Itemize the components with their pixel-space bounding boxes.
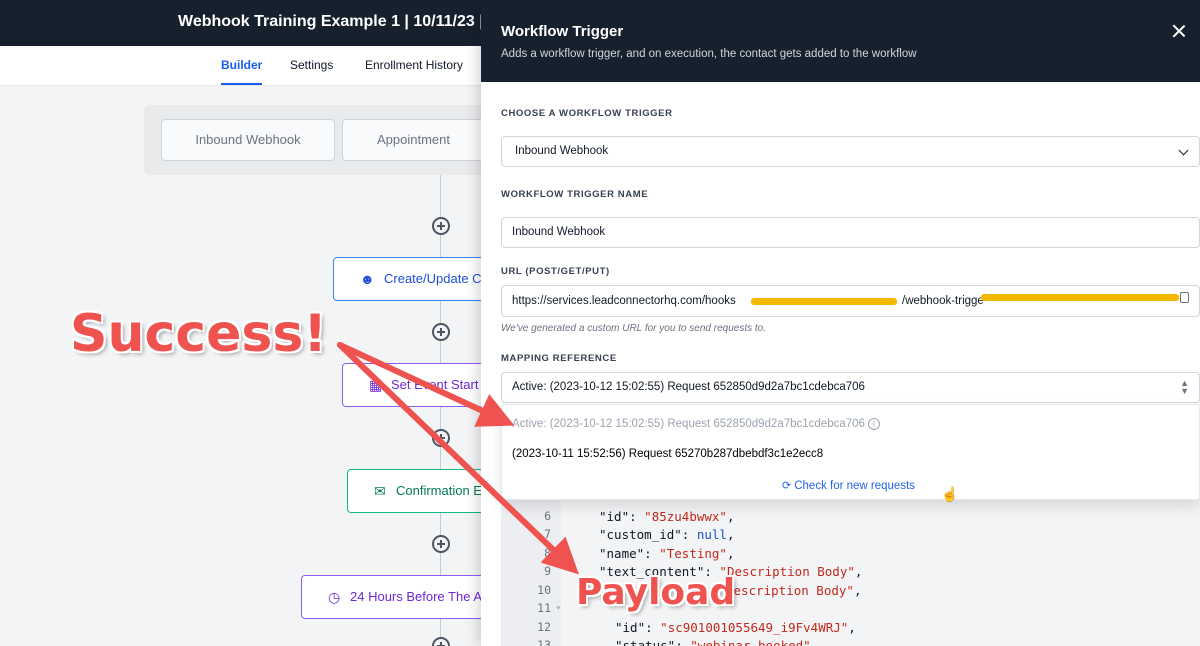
- sort-arrows-icon: ▲ ▼: [1180, 378, 1189, 396]
- trigger-type-select[interactable]: Inbound Webhook: [501, 136, 1200, 167]
- payload-code-editor[interactable]: 6 7 8 9 10 11 12 13 ⌄ "id": "85zu4bwwx",…: [501, 480, 1200, 646]
- code-line: "id": "85zu4bwwx",: [599, 509, 735, 524]
- url-middle: /webhook-trigge: [902, 295, 984, 307]
- line-number: 7: [544, 527, 551, 541]
- mapping-reference-label: MAPPING REFERENCE: [501, 353, 617, 364]
- node-label: Confirmation E: [396, 483, 482, 498]
- mapping-reference-select[interactable]: Active: (2023-10-12 15:02:55) Request 65…: [501, 372, 1200, 403]
- workflow-title: Webhook Training Example 1 | 10/11/23 | …: [178, 13, 504, 30]
- line-number: 8: [544, 546, 551, 560]
- line-number: 13: [537, 638, 551, 646]
- tab-builder[interactable]: Builder: [221, 58, 263, 85]
- mapping-reference-dropdown: Active: (2023-10-12 15:02:55) Request 65…: [501, 404, 1200, 500]
- calendar-icon: ▦: [369, 377, 383, 393]
- code-line: "custom_id": null,: [599, 527, 735, 542]
- user-icon: ☻: [360, 271, 375, 287]
- node-set-event-start[interactable]: ▦ Set Event Start: [342, 363, 492, 407]
- trigger-type-value: Inbound Webhook: [515, 145, 609, 157]
- panel-subtitle: Adds a workflow trigger, and on executio…: [501, 48, 917, 60]
- panel-title: Workflow Trigger: [501, 23, 624, 40]
- add-action-icon[interactable]: [432, 535, 450, 553]
- trigger-card-appointment[interactable]: Appointment: [342, 119, 485, 161]
- line-number: 12: [537, 620, 551, 634]
- trigger-card-inbound-webhook[interactable]: Inbound Webhook: [161, 119, 335, 161]
- tab-enrollment-history[interactable]: Enrollment History: [365, 58, 463, 72]
- panel-header: Workflow Trigger Adds a workflow trigger…: [481, 0, 1200, 82]
- line-number: 6: [544, 509, 551, 523]
- url-prefix: https://services.leadconnectorhq.com/hoo…: [512, 295, 736, 307]
- line-number: 9: [544, 564, 551, 578]
- line-number: 11: [537, 601, 551, 615]
- add-action-icon[interactable]: [432, 323, 450, 341]
- fold-chevron-icon[interactable]: ⌄: [551, 601, 561, 611]
- clock-icon: ◷: [328, 589, 341, 605]
- trigger-name-label: WORKFLOW TRIGGER NAME: [501, 189, 649, 200]
- mapping-reference-value: Active: (2023-10-12 15:02:55) Request 65…: [512, 381, 865, 393]
- add-action-icon[interactable]: [432, 217, 450, 235]
- node-label: 24 Hours Before The A: [350, 589, 483, 604]
- tab-settings[interactable]: Settings: [290, 58, 333, 72]
- url-hint: We've generated a custom URL for you to …: [501, 323, 767, 334]
- info-icon: i: [867, 418, 880, 430]
- url-label: URL (POST/GET/PUT): [501, 266, 610, 277]
- code-line: "name": "Testing",: [599, 546, 735, 561]
- node-label: Set Event Start: [391, 377, 479, 392]
- node-24-hours-before[interactable]: ◷ 24 Hours Before The A: [301, 575, 491, 619]
- copy-icon[interactable]: [1180, 292, 1189, 303]
- mail-icon: ✉: [374, 483, 386, 499]
- check-new-requests-link[interactable]: ⟳ Check for new requests: [782, 479, 915, 492]
- refresh-icon: ⟳: [782, 480, 792, 492]
- close-icon[interactable]: [1170, 22, 1188, 40]
- node-create-update-contact[interactable]: ☻ Create/Update C: [333, 257, 493, 301]
- dropdown-option[interactable]: (2023-10-11 15:52:56) Request 65270b287d…: [512, 448, 823, 460]
- hand-cursor-icon: ☝: [941, 486, 959, 502]
- chevron-down-icon: [1178, 145, 1189, 156]
- workflow-trigger-panel: Workflow Trigger Adds a workflow trigger…: [481, 0, 1200, 646]
- node-label: Create/Update C: [384, 271, 482, 286]
- node-confirmation-email[interactable]: ✉ Confirmation E: [347, 469, 492, 513]
- success-annotation: Success!: [70, 304, 328, 364]
- line-number: 10: [537, 583, 551, 597]
- code-line: "status": "webinar_booked": [615, 638, 811, 646]
- dropdown-option-active[interactable]: Active: (2023-10-12 15:02:55) Request 65…: [512, 418, 880, 430]
- redaction-mark: [981, 294, 1179, 301]
- trigger-name-input[interactable]: Inbound Webhook: [501, 217, 1200, 248]
- choose-trigger-label: CHOOSE A WORKFLOW TRIGGER: [501, 108, 673, 119]
- code-line: Description Body",: [726, 583, 862, 598]
- add-action-icon[interactable]: [432, 429, 450, 447]
- code-line: "id": "sc901001055649_i9Fv4WRJ",: [615, 620, 856, 635]
- payload-annotation: Payload: [576, 572, 736, 613]
- redaction-mark: [751, 298, 897, 305]
